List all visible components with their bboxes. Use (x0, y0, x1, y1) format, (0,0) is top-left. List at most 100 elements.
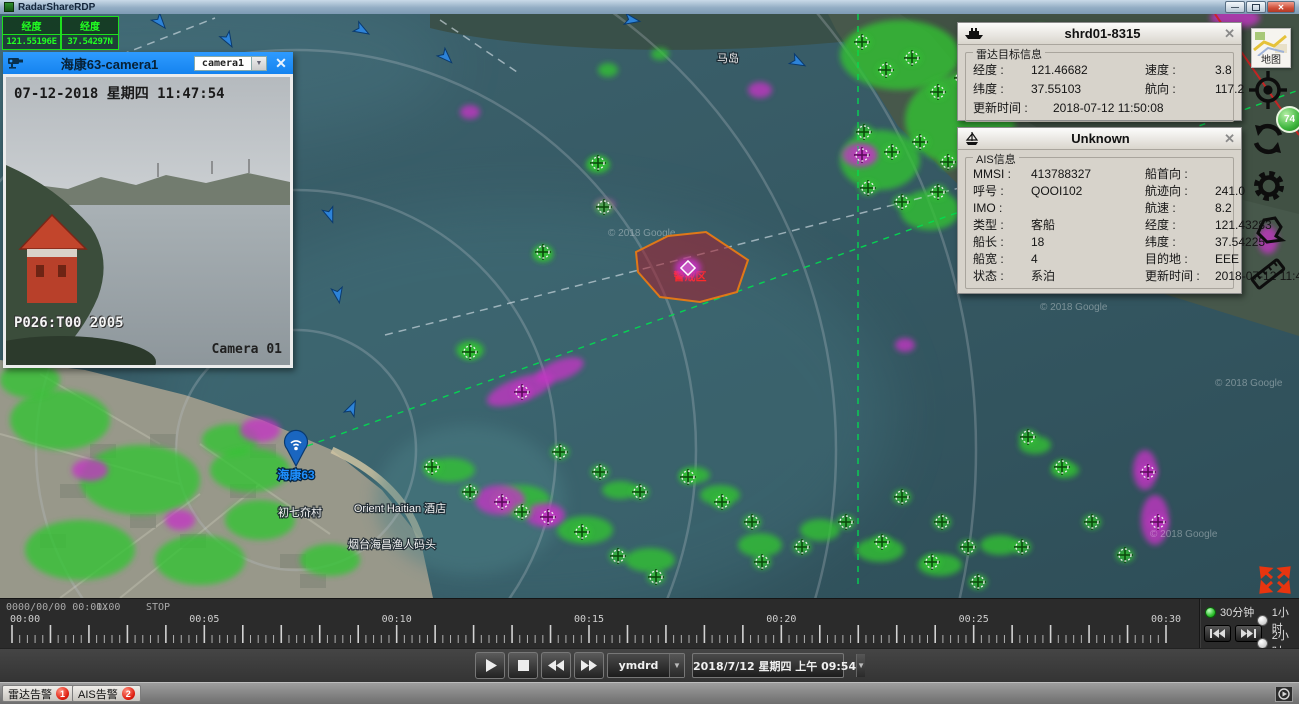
info-field-row: 船宽 :4目的地 :EEE (973, 251, 1226, 268)
field-label: IMO : (973, 200, 1031, 217)
ruler-icon (1245, 251, 1291, 297)
fast-forward-button[interactable] (574, 652, 604, 679)
ais-vessel-marker[interactable] (322, 207, 337, 225)
field-label: 纬度 : (1145, 234, 1215, 251)
field-label: 更新时间 : (973, 99, 1053, 118)
ruler-tick-label: 00:15 (574, 614, 604, 625)
ais-panel-title: Unknown (980, 131, 1221, 146)
radar-group-label: 雷达目标信息 (973, 46, 1045, 62)
ais-alarm-button[interactable]: AIS告警 2 (72, 685, 141, 702)
field-label: 更新时间 : (1145, 268, 1215, 285)
locate-target-button[interactable] (1246, 68, 1290, 112)
radar-echo-green (738, 533, 782, 557)
map-switch-button[interactable]: 地图 (1251, 28, 1291, 68)
field-label: 航向 : (1145, 80, 1215, 99)
radar-echo-magenta (895, 338, 915, 352)
alarm-target-marker[interactable] (675, 258, 701, 278)
ruler-tick-label: 00:30 (1151, 614, 1181, 625)
ais-panel-close-icon[interactable]: ✕ (1221, 131, 1235, 147)
radio-2h[interactable] (1257, 638, 1268, 649)
radar-target-marker[interactable] (893, 489, 911, 505)
field-value: 4 (1031, 251, 1145, 268)
camera-selector[interactable]: camera1 ▼ (194, 56, 267, 71)
field-label: 类型 : (973, 217, 1031, 234)
skip-backward-button[interactable] (1204, 625, 1231, 642)
ais-alarm-label: AIS告警 (78, 686, 118, 702)
field-label: 状态 : (973, 268, 1031, 285)
radio-1h[interactable] (1257, 615, 1268, 626)
radar-echo-green (800, 519, 840, 541)
map-watermark: © 2018 Google (1040, 302, 1108, 313)
radar-target-marker[interactable] (933, 514, 951, 530)
ruler-tick-label: 00:20 (766, 614, 796, 625)
chevron-down-icon[interactable]: ▼ (252, 56, 267, 71)
radar-target-marker[interactable] (1116, 547, 1134, 563)
info-field-row: 类型 :客船经度 :121.43283 (973, 217, 1226, 234)
fullscreen-button[interactable] (1258, 564, 1292, 596)
ruler-tick-label: 00:00 (10, 614, 40, 625)
field-label: 航迹向 : (1145, 183, 1215, 200)
status-tray-button[interactable] (1275, 686, 1293, 702)
ais-panel-titlebar[interactable]: Unknown ✕ (958, 128, 1241, 150)
field-value: 2018-07-12 11:50:08 (1053, 99, 1226, 118)
playback-datetime-value: 2018/7/12 星期四 上午 09:54 (693, 658, 856, 674)
measure-button[interactable] (1244, 250, 1292, 298)
field-label: 航速 : (1145, 200, 1215, 217)
field-value: 系泊 (1031, 268, 1145, 285)
timeline-divider (1199, 599, 1201, 648)
map-area[interactable]: © 2018 Google© 2018 Google© 2018 Google©… (0, 14, 1299, 598)
window-titlebar: RadarShareRDP — ✕ (0, 0, 1299, 14)
radar-station-label: 海康63 (277, 467, 315, 482)
window-close-button[interactable]: ✕ (1267, 1, 1295, 13)
field-label: 目的地 : (1145, 251, 1215, 268)
camera-window-close-icon[interactable]: ✕ (273, 55, 289, 72)
camera-osd-datetime: 07-12-2018 星期四 11:47:54 (14, 83, 225, 103)
playback-bar: ymdrd ▼ 2018/7/12 星期四 上午 09:54 ▼ (0, 648, 1299, 682)
radar-alarm-button[interactable]: 雷达告警 1 (2, 685, 75, 702)
ruler-tick-label: 00:10 (382, 614, 412, 625)
field-value: 241.0 (1215, 183, 1245, 200)
radar-alarm-label: 雷达告警 (8, 686, 52, 702)
settings-button[interactable] (1250, 166, 1288, 206)
skip-backward-icon (1210, 629, 1225, 638)
map-place-label: Orient Haitian 酒店 (354, 501, 446, 515)
ais-vessel-marker[interactable] (789, 54, 807, 71)
radar-target-marker[interactable] (959, 539, 977, 555)
spinner-icon[interactable]: ▼ (856, 654, 865, 677)
timeline-ruler[interactable]: 00:0000:0500:1000:1500:2000:2500:30 (0, 613, 1196, 647)
play-icon (484, 659, 497, 672)
window-minimize-button[interactable]: — (1225, 1, 1245, 13)
skip-buttons (1204, 625, 1262, 642)
alert-count-badge[interactable]: 74 (1276, 106, 1299, 133)
rewind-button[interactable] (541, 652, 571, 679)
field-value: 121.46682 (1031, 61, 1145, 80)
field-value: 117.2 (1215, 80, 1244, 99)
info-field-row: 经度 :121.46682速度 :3.8 (973, 61, 1226, 80)
field-label: 经度 : (1145, 217, 1215, 234)
skip-forward-icon (1241, 629, 1256, 638)
stop-button[interactable] (508, 652, 538, 679)
chevron-down-icon[interactable]: ▼ (669, 654, 684, 677)
camera-video-feed: 07-12-2018 星期四 11:47:54 P026:T00 2005 Ca… (3, 74, 293, 368)
playback-datetime-picker[interactable]: 2018/7/12 星期四 上午 09:54 ▼ (692, 653, 844, 678)
radar-target-marker[interactable] (1083, 514, 1101, 530)
map-watermark: © 2018 Google (1215, 378, 1283, 389)
radar-echo-green (651, 48, 669, 60)
window-restore-button[interactable] (1246, 1, 1266, 13)
playback-mode-dropdown[interactable]: ymdrd ▼ (607, 653, 685, 678)
radio-30min[interactable] (1205, 607, 1216, 618)
field-label: 经度 : (973, 61, 1031, 80)
radar-panel-titlebar[interactable]: shrd01-8315 ✕ (958, 23, 1241, 45)
timeline-state: STOP (146, 602, 170, 613)
draw-zone-button[interactable] (1250, 210, 1288, 250)
ais-group-label: AIS信息 (973, 151, 1019, 167)
camera-window: 海康63-camera1 camera1 ▼ ✕ (3, 52, 293, 368)
range-option-30min[interactable]: 30分钟 (1205, 604, 1254, 620)
camera-window-titlebar[interactable]: 海康63-camera1 camera1 ▼ ✕ (3, 52, 293, 74)
sailboat-icon (964, 132, 980, 146)
play-button[interactable] (475, 652, 505, 679)
radar-panel-close-icon[interactable]: ✕ (1221, 26, 1235, 42)
camera-osd-name: Camera 01 (212, 342, 282, 357)
radar-echo-magenta (748, 82, 772, 98)
radar-target-marker[interactable] (969, 574, 987, 590)
